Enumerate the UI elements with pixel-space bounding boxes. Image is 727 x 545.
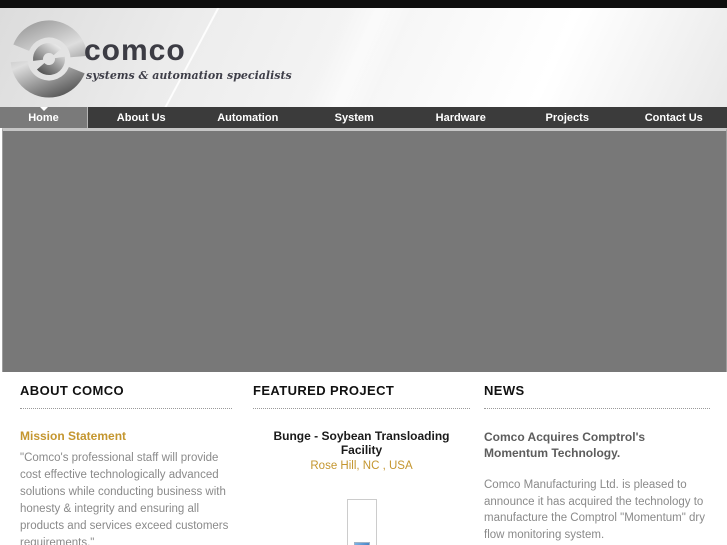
logo[interactable]: comco systems & automation specialists [6, 12, 326, 107]
page: comco systems & automation specialists H… [0, 0, 727, 545]
mission-statement-body: "Comco's professional staff will provide… [20, 452, 229, 545]
featured-project-column: FEATURED PROJECT Bunge - Soybean Translo… [253, 383, 470, 545]
nav-item-label: Home [28, 111, 59, 124]
brand-name: comco [84, 34, 186, 67]
nav-item-system[interactable]: System [301, 107, 408, 128]
nav-item-label: Hardware [435, 111, 486, 124]
news-article-body: Comco Manufacturing Ltd. is pleased to a… [484, 479, 705, 541]
project-location: Rose Hill, NC , USA [310, 460, 413, 472]
nav-item-label: System [334, 111, 374, 124]
nav-item-contact-us[interactable]: Contact Us [621, 107, 727, 128]
nav-item-hardware[interactable]: Hardware [408, 107, 515, 128]
news-article-title: Comco Acquires Comptrol's Momentum Techn… [484, 430, 646, 460]
nav-item-automation[interactable]: Automation [195, 107, 302, 128]
news-column: NEWS Comco Acquires Comptrol's Momentum … [484, 383, 710, 545]
news-heading: NEWS [484, 383, 525, 398]
main-nav: Home About Us Automation System Hardware… [0, 107, 727, 128]
divider [253, 407, 470, 409]
nav-item-label: Contact Us [644, 111, 703, 124]
mission-statement-title: Mission Statement [20, 429, 127, 443]
nav-item-label: Automation [217, 111, 279, 124]
header: comco systems & automation specialists [0, 8, 727, 107]
about-column: ABOUT COMCO Mission Statement "Comco's p… [20, 383, 232, 545]
nav-item-about-us[interactable]: About Us [88, 107, 195, 128]
project-title: Bunge - Soybean Transloading Facility [273, 429, 450, 457]
comco-swirl-icon [10, 20, 88, 98]
nav-item-projects[interactable]: Projects [514, 107, 621, 128]
about-heading: ABOUT COMCO [20, 383, 125, 398]
nav-item-label: Projects [545, 111, 589, 124]
active-tab-caret-icon [39, 107, 48, 111]
divider [20, 407, 232, 409]
top-black-bar [0, 0, 727, 8]
featured-heading: FEATURED PROJECT [253, 383, 395, 398]
nav-item-label: About Us [116, 111, 166, 124]
nav-item-home[interactable]: Home [0, 107, 88, 128]
hero-banner-placeholder [2, 128, 727, 372]
divider [484, 407, 710, 409]
brand-tagline: systems & automation specialists [86, 69, 292, 82]
project-image-broken: ? [346, 499, 377, 545]
